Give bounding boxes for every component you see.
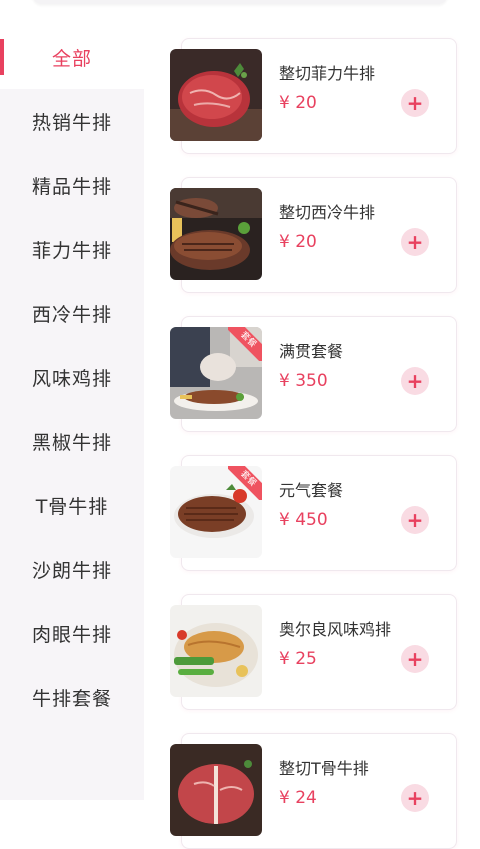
sidebar-item-t-bone[interactable]: T骨牛排 bbox=[0, 473, 144, 537]
grilled-steak-image bbox=[170, 188, 262, 280]
sidebar-item-hot[interactable]: 热销牛排 bbox=[0, 89, 144, 153]
sidebar-item-label: 西冷牛排 bbox=[31, 303, 112, 326]
steak-plate-image: 套餐 bbox=[170, 466, 262, 558]
sidebar-item-label: 肉眼牛排 bbox=[31, 623, 112, 646]
add-to-cart-button[interactable]: + bbox=[401, 506, 429, 534]
product-price: ¥ 25 bbox=[279, 649, 317, 669]
add-to-cart-button[interactable]: + bbox=[401, 645, 429, 673]
product-price: ¥ 24 bbox=[279, 788, 317, 808]
sidebar-item-label: 黑椒牛排 bbox=[31, 431, 112, 454]
sidebar-item-sets[interactable]: 牛排套餐 bbox=[0, 665, 144, 729]
product-name: 元气套餐 bbox=[279, 481, 344, 500]
set-tag-label: 套餐 bbox=[228, 327, 262, 361]
sidebar-item-striploin[interactable]: 沙朗牛排 bbox=[0, 537, 144, 601]
raw-steak-image bbox=[170, 49, 262, 141]
plus-icon: + bbox=[406, 647, 424, 671]
sidebar-item-label: 精品牛排 bbox=[31, 175, 112, 198]
active-indicator bbox=[0, 39, 4, 75]
product-price: ¥ 450 bbox=[279, 510, 328, 530]
category-sidebar: 全部 热销牛排 精品牛排 菲力牛排 西冷牛排 风味鸡排 黑椒牛排 T骨牛排 沙朗… bbox=[0, 25, 144, 800]
sidebar-item-filet[interactable]: 菲力牛排 bbox=[0, 217, 144, 281]
product-name: 满贯套餐 bbox=[279, 342, 344, 361]
sidebar-item-ribeye[interactable]: 肉眼牛排 bbox=[0, 601, 144, 665]
set-tag: 套餐 bbox=[228, 466, 262, 500]
product-price: ¥ 350 bbox=[279, 371, 328, 391]
product-list: 整切菲力牛排 ¥ 20 + 整切西冷牛排 ¥ 20 + 套餐 满贯套餐 ¥ 35… bbox=[144, 0, 480, 849]
product-name: 整切西冷牛排 bbox=[279, 203, 376, 222]
sidebar-item-label: 牛排套餐 bbox=[31, 687, 112, 710]
chicken-steak-image bbox=[170, 605, 262, 697]
plus-icon: + bbox=[406, 230, 424, 254]
sidebar-item-label: 风味鸡排 bbox=[31, 367, 112, 390]
plus-icon: + bbox=[406, 91, 424, 115]
sidebar-item-sirloin[interactable]: 西冷牛排 bbox=[0, 281, 144, 345]
sidebar-item-black-pepper[interactable]: 黑椒牛排 bbox=[0, 409, 144, 473]
add-to-cart-button[interactable]: + bbox=[401, 228, 429, 256]
set-tag: 套餐 bbox=[228, 327, 262, 361]
set-tag-label: 套餐 bbox=[228, 466, 262, 500]
sidebar-item-all[interactable]: 全部 bbox=[0, 25, 144, 89]
plus-icon: + bbox=[406, 786, 424, 810]
product-price: ¥ 20 bbox=[279, 232, 317, 252]
steak-meal-image: 套餐 bbox=[170, 327, 262, 419]
sidebar-item-chicken[interactable]: 风味鸡排 bbox=[0, 345, 144, 409]
sidebar-item-premium[interactable]: 精品牛排 bbox=[0, 153, 144, 217]
product-name: 奥尔良风味鸡排 bbox=[279, 620, 392, 639]
plus-icon: + bbox=[406, 508, 424, 532]
sidebar-item-label: 全部 bbox=[51, 47, 92, 70]
sidebar-item-label: T骨牛排 bbox=[35, 495, 109, 518]
plus-icon: + bbox=[406, 369, 424, 393]
add-to-cart-button[interactable]: + bbox=[401, 784, 429, 812]
product-price: ¥ 20 bbox=[279, 93, 317, 113]
sidebar-item-label: 菲力牛排 bbox=[31, 239, 112, 262]
product-name: 整切菲力牛排 bbox=[279, 64, 376, 83]
product-name: 整切T骨牛排 bbox=[279, 759, 369, 778]
add-to-cart-button[interactable]: + bbox=[401, 367, 429, 395]
sidebar-item-label: 热销牛排 bbox=[31, 111, 112, 134]
t-bone-steak-image bbox=[170, 744, 262, 836]
sidebar-item-label: 沙朗牛排 bbox=[31, 559, 112, 582]
add-to-cart-button[interactable]: + bbox=[401, 89, 429, 117]
